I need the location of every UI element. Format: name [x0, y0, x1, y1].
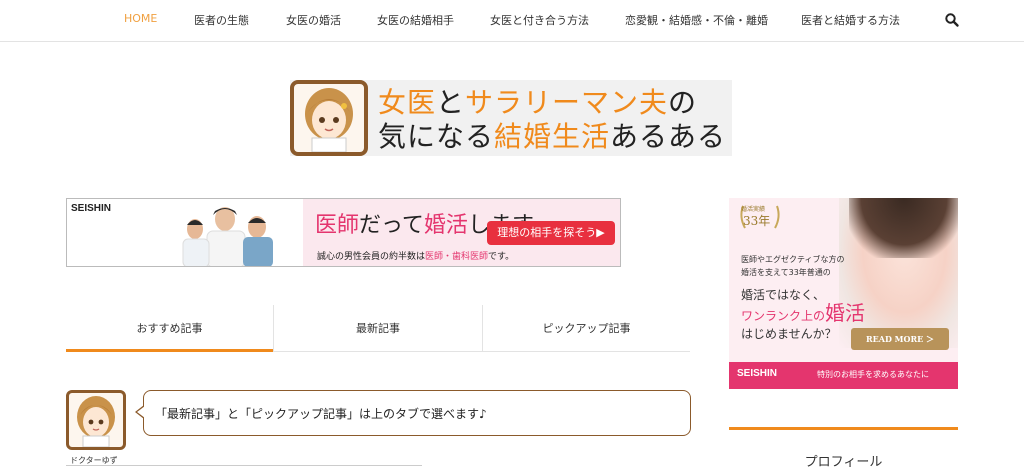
speech-text: 「最新記事」と「ピックアップ記事」は上のタブで選べます♪ — [155, 407, 487, 421]
side-ad-copy: 婚活ではなく、 ワンランク上の婚活 はじめませんか？ — [741, 286, 865, 343]
nav-item-dating-method[interactable]: 女医と付き合う方法 — [490, 12, 589, 28]
side-ad-copy-line3: はじめませんか？ — [741, 327, 837, 341]
nav-item-marry-doctor[interactable]: 医者と結婚する方法 — [801, 12, 900, 28]
model-photo-hair — [849, 198, 958, 258]
nav-item-love-views[interactable]: 恋愛観・結婚感・不倫・離婚 — [625, 12, 768, 28]
seishin-ad-banner[interactable]: SEISHIN 医師だって婚活します。 理想の相手を探そう▶ 誠心の男性会員の約… — [66, 198, 621, 267]
side-ad-intro-line1: 医師やエグゼクティブな方の — [741, 255, 845, 264]
nav-item-female-doctor-konkatsu[interactable]: 女医の婚活 — [286, 12, 341, 28]
side-ad-copy-rank: ワンランク上の — [741, 309, 826, 323]
profile-divider — [729, 427, 958, 430]
ad-sub-part3: です。 — [488, 252, 515, 262]
side-ad-footer-text: 特別のお相手を求めるあなたに — [817, 370, 929, 379]
banner-word-kininaru: 気になる — [378, 120, 495, 153]
doctors-photo — [147, 203, 297, 266]
banner-word-kekkon: 結婚生活 — [494, 120, 611, 153]
nav-item-home[interactable]: HOME — [124, 12, 157, 25]
ad-word-konkatsu: 婚活 — [423, 213, 468, 238]
nav-item-female-doctor-partner[interactable]: 女医の結婚相手 — [377, 12, 454, 28]
ad-sub-part1: 誠心の男性会員の約半数は — [317, 252, 426, 262]
side-ad-copy-line2: ワンランク上の婚活 — [741, 301, 866, 325]
sidebar-seishin-ad[interactable]: 婚活実績 33年 医師やエグゼクティブな方の 婚活を支えて33年普通の 婚活では… — [729, 198, 958, 389]
side-ad-intro: 医師やエグゼクティブな方の 婚活を支えて33年普通の — [741, 253, 845, 279]
find-partner-button[interactable]: 理想の相手を探そう▶ — [487, 221, 615, 245]
speech-bubble-tail-inner — [137, 406, 145, 418]
article-tabs: おすすめ記事 最新記事 ピックアップ記事 — [66, 305, 690, 352]
side-ad-brand: SEISHIN — [737, 368, 778, 379]
doctor-avatar-illustration — [290, 80, 368, 156]
banner-word-salaryman: サラリーマン夫 — [465, 86, 669, 119]
side-ad-copy-konkatsu: 婚活 — [825, 301, 866, 325]
seishin-logo: SEISHIN — [71, 203, 112, 214]
ad-sub-part2: 医師・歯科医師 — [425, 252, 489, 262]
banner-word-to: と — [436, 86, 466, 119]
nav-item-doctor-ecology[interactable]: 医者の生態 — [194, 12, 249, 28]
banner-title-line1: 女医とサラリーマン夫の — [378, 86, 697, 120]
side-ad-intro-line2: 婚活を支えて33年普通の — [741, 268, 831, 277]
badge-years: 33年 — [743, 214, 771, 228]
search-icon[interactable] — [944, 12, 960, 28]
read-more-button[interactable]: READ MORE ＞ — [851, 328, 949, 350]
profile-heading: プロフィール — [804, 455, 883, 467]
tab-latest[interactable]: 最新記事 — [274, 305, 482, 352]
banner-word-joi: 女医 — [378, 86, 437, 119]
speaker-avatar — [66, 390, 126, 450]
top-nav: HOME 医者の生態 女医の婚活 女医の結婚相手 女医と付き合う方法 恋愛観・結… — [0, 0, 1024, 42]
content-divider — [66, 465, 422, 466]
banner-word-aruaru: あるある — [610, 120, 727, 153]
tab-pickup[interactable]: ピックアップ記事 — [483, 305, 690, 352]
ad-word-datte: だって — [359, 213, 424, 238]
ad-subtext: 誠心の男性会員の約半数は医師・歯科医師です。 — [317, 249, 514, 262]
banner-title-line2: 気になる結婚生活あるある — [378, 120, 726, 154]
ad-word-ishi: 医師 — [315, 213, 360, 238]
site-header-banner[interactable]: 女医とサラリーマン夫の 気になる結婚生活あるある — [290, 80, 732, 156]
banner-word-no: の — [668, 86, 698, 119]
tab-recommended[interactable]: おすすめ記事 — [66, 305, 273, 352]
